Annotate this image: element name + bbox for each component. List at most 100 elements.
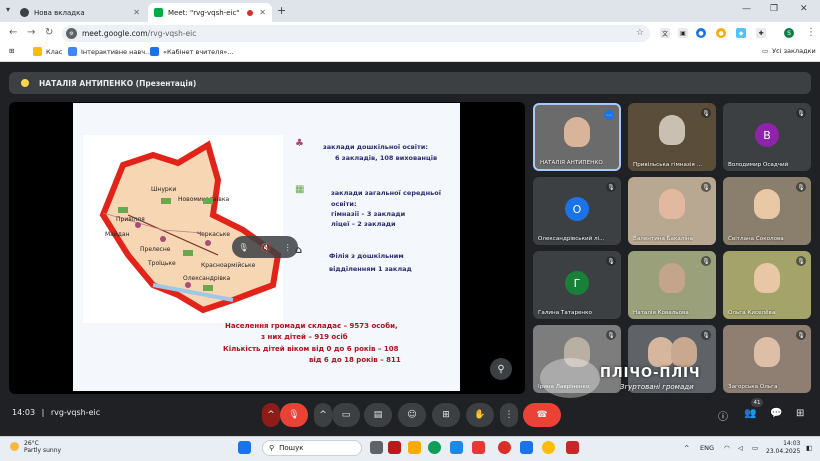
extension-icon[interactable]: ◆ (736, 28, 746, 38)
bookmark-favicon (33, 47, 42, 56)
new-tab-icon[interactable]: + (277, 4, 286, 17)
tab-search-icon[interactable]: ▾ (6, 5, 10, 14)
language-indicator[interactable]: ENG (700, 444, 714, 452)
map-town-label: Прелесне (140, 246, 171, 253)
chrome-icon[interactable] (542, 441, 555, 454)
bookmark-star-icon[interactable]: ☆ (636, 28, 644, 38)
tab-new-tab[interactable]: Нова вкладка ✕ (14, 3, 146, 22)
mic-off-icon[interactable]: 🎙 (238, 243, 248, 252)
bookmark-label: Інтерактивне навч... (81, 47, 152, 56)
reload-icon[interactable]: ↻ (45, 27, 53, 38)
tray-chevron-icon[interactable]: ^ (684, 444, 689, 452)
participant-tile[interactable]: О 🎙 Олександрівський лі... (533, 177, 621, 245)
participant-tile[interactable]: 🎙 Загорська Ольга (723, 325, 811, 393)
mic-off-icon: 🎙 (606, 330, 616, 340)
population-line4: від 6 до 18 років – 811 (309, 356, 401, 364)
audio-settings-button[interactable]: ^ (262, 403, 280, 427)
presenter-label: НАТАЛІЯ АНТИПЕНКО (Презентація) (39, 78, 197, 88)
close-tab-icon[interactable]: ✕ (259, 8, 266, 17)
windows-start-icon[interactable] (238, 441, 251, 454)
presenter-bar: НАТАЛІЯ АНТИПЕНКО (Презентація) (9, 72, 811, 94)
volume-icon[interactable]: ◁ (738, 444, 743, 452)
task-view-icon[interactable] (370, 441, 383, 454)
weather-widget[interactable]: 26°C Partly sunny (10, 440, 61, 454)
bookmark-item[interactable]: «Кабінет вчителя»... (150, 47, 233, 56)
store-icon[interactable] (450, 441, 463, 454)
participant-tile[interactable]: В 🎙 Володимир Осадчий (723, 103, 811, 171)
participant-tile[interactable]: 🎙 Наталія Ковальова (628, 251, 716, 319)
bookmark-item[interactable]: Клас (33, 47, 62, 56)
all-bookmarks[interactable]: ▭ Усі закладки (762, 47, 816, 55)
bookmark-favicon (68, 47, 77, 56)
taskbar-clock[interactable]: 14:03 23.04.2025 (766, 440, 800, 456)
participant-tile[interactable]: 🎙 Привільська гімназія ... (628, 103, 716, 171)
extension-icon[interactable]: ▣ (678, 28, 688, 38)
taskbar-search[interactable]: ⚲ Пошук (262, 440, 362, 456)
notifications-icon[interactable]: ◧ (806, 444, 812, 452)
participant-tile[interactable]: 🎙 Світлана Соколова (723, 177, 811, 245)
legend-kindergarten-line2: 6 закладів, 108 вихованців (335, 154, 438, 162)
more-options-button[interactable]: ⋮ (500, 403, 518, 427)
participant-tile[interactable]: Г 🎙 Галина Татаренко (533, 251, 621, 319)
participant-tile[interactable]: ⋯ НАТАЛІЯ АНТИПЕНКО (533, 103, 621, 171)
activities-icon[interactable]: ⊞ (796, 408, 804, 419)
word-icon[interactable] (520, 441, 533, 454)
legend-school-line4: ліцеї – 2 заклади (331, 220, 396, 228)
bookmark-item[interactable]: Інтерактивне навч... (68, 47, 151, 56)
site-info-icon[interactable]: ⚙ (66, 28, 77, 39)
map-town-label: Привілля (116, 216, 145, 223)
legend-branch-line1: Філія з дошкільним (329, 252, 404, 260)
close-tab-icon[interactable]: ✕ (133, 8, 140, 17)
participant-video (659, 189, 685, 219)
participant-tile[interactable]: 🎙 Валентина Бакаліна (628, 177, 716, 245)
url-path: /rvg-vqsh-eic (147, 29, 197, 38)
zoom-icon: ⚲ (497, 363, 505, 375)
captions-button[interactable]: ▤ (364, 403, 392, 427)
raise-hand-button[interactable]: ✋ (466, 403, 494, 427)
mic-toggle-button[interactable]: 🎙 (280, 403, 308, 427)
more-options-icon[interactable]: ⋯ (604, 110, 614, 120)
chrome-icon[interactable] (498, 441, 511, 454)
powerpoint-icon[interactable] (566, 441, 579, 454)
participant-video (659, 263, 685, 293)
back-icon[interactable]: ← (9, 27, 17, 38)
file-explorer-icon[interactable] (408, 441, 421, 454)
app-icon[interactable] (472, 441, 485, 454)
more-options-icon[interactable]: ⋮ (284, 243, 292, 252)
clock-time: 14:03 (783, 440, 801, 447)
extension-icon[interactable]: ● (716, 28, 726, 38)
battery-icon[interactable]: ▭ (752, 444, 758, 452)
wifi-icon[interactable]: ◠ (724, 444, 730, 452)
minimize-icon[interactable]: — (742, 4, 751, 14)
app-icon[interactable] (388, 441, 401, 454)
tab-meet[interactable]: Meet: "rvg-vqsh-eic" ✕ (148, 3, 272, 22)
maximize-icon[interactable]: ❐ (770, 4, 778, 14)
camera-toggle-button[interactable]: ▭ (332, 403, 360, 427)
window-close-icon[interactable]: ✕ (800, 4, 808, 14)
participant-video (754, 337, 780, 367)
people-icon[interactable]: 👥 (744, 408, 756, 419)
apps-icon[interactable]: ⊞ (9, 47, 14, 55)
legend-school-line3: гімназії – 3 заклади (331, 210, 406, 218)
map-town-label: Олександрівка (183, 275, 231, 282)
present-button[interactable]: ⊞ (432, 403, 460, 427)
extensions-puzzle-icon[interactable]: ✚ (756, 28, 766, 38)
profile-avatar[interactable]: S (784, 28, 794, 38)
chat-icon[interactable]: 💬 (770, 408, 782, 419)
forward-icon[interactable]: → (27, 27, 35, 38)
video-settings-button[interactable]: ^ (314, 403, 332, 427)
menu-icon[interactable]: ⋮ (806, 27, 816, 38)
watermark-logo (540, 358, 600, 398)
extension-icon[interactable]: ● (696, 28, 706, 38)
zoom-button[interactable]: ⚲ (490, 358, 512, 380)
edge-icon[interactable] (428, 441, 441, 454)
leave-call-button[interactable]: ☎ (523, 403, 561, 427)
participant-video (754, 189, 780, 219)
info-icon[interactable]: ⓘ (718, 408, 728, 423)
volume-off-icon[interactable]: 🔇 (261, 243, 271, 252)
translate-extension-icon[interactable]: 文 (660, 28, 670, 38)
address-bar[interactable]: ⚙ meet.google.com/rvg-vqsh-eic ☆ (62, 25, 650, 42)
school-marker (118, 207, 128, 213)
participant-tile[interactable]: 🎙 Ольга Киселёва (723, 251, 811, 319)
emoji-button[interactable]: ☺ (398, 403, 426, 427)
